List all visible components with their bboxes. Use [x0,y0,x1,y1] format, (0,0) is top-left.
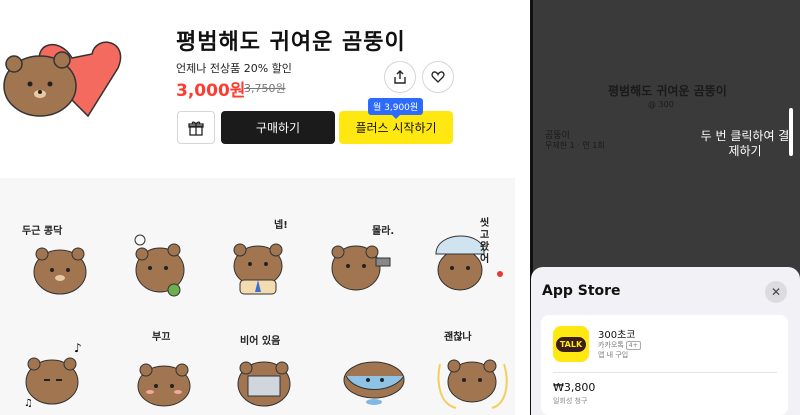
product-title: 평범해도 귀여운 곰뚱이 [176,30,406,55]
svg-text:♫: ♫ [24,398,33,409]
dimmed-product-sub: @ 300 [648,100,674,109]
original-price: 3,750원 [244,82,286,95]
hero-bear-heart-image [3,41,122,118]
promo-text: 언제나 전상품 20% 할인 [176,62,292,75]
kakaotalk-app-icon: TALK [553,326,589,362]
sticker-bear-9[interactable] [326,324,422,415]
sticker-caption: 두근 콩닥 [22,226,63,237]
sticker-preview-grid: ♪ ♫ 두근 콩닥 넵! 몰라. 씻고왔어 부끄 비어 있음 괜찮나 [0,178,515,415]
close-button[interactable]: ✕ [765,281,787,303]
screen: 평범해도 귀여운 곰뚱이 언제나 전상품 20% 할인 3,000원 3,750… [0,0,800,415]
item-app-name: 카카오톡 4+ [598,340,641,350]
sticker-bear-2[interactable] [110,210,206,306]
buy-button[interactable]: 구매하기 [221,111,335,144]
sticker-caption: 비어 있음 [240,336,281,347]
gift-button[interactable] [177,111,215,144]
double-click-instruction: 두 번 클릭하여 결제하기 [700,129,790,158]
sticker-caption: 넵! [274,220,288,231]
dimmed-row-detail: 무제한 1 · 연 1회 [545,141,605,150]
sale-price: 3,000원 [176,81,246,101]
sticker-bear-10[interactable] [426,324,522,415]
sticker-bear-3[interactable] [210,210,306,306]
pay-price: ₩3,800 [553,381,596,394]
monthly-price-badge: 월 3,900원 [368,98,424,119]
share-button[interactable] [384,61,416,93]
app-name: 카카오톡 [598,341,624,349]
product-page: 평범해도 귀여운 곰뚱이 언제나 전상품 20% 할인 3,000원 3,750… [0,0,515,415]
sticker-caption: 몰라. [372,226,395,237]
divider [553,372,777,373]
sticker-caption: 부끄 [152,332,171,343]
talk-badge: TALK [555,336,587,352]
sticker-bear-5[interactable] [416,210,512,306]
dimmed-product-title: 평범해도 귀여운 곰뚱이 [608,84,727,98]
like-button[interactable] [422,61,454,93]
svg-text:♪: ♪ [74,341,82,355]
share-icon [394,70,406,84]
sticker-caption: 괜찮나 [444,332,472,343]
sticker-caption: 씻고왔어 [480,218,490,265]
close-icon: ✕ [770,285,782,299]
side-button-indicator [789,108,793,156]
heart-icon [431,71,445,83]
gift-icon [188,121,204,136]
pay-description: 일회성 청구 [553,397,588,405]
item-type: 앱 내 구입 [598,351,629,359]
item-name: 300초코 [598,330,636,341]
sticker-bear-6[interactable]: ♪ ♫ [12,324,108,415]
sheet-title: App Store [542,283,621,299]
age-rating-badge: 4+ [625,341,641,350]
product-header: 평범해도 귀여운 곰뚱이 언제나 전상품 20% 할인 3,000원 3,750… [0,0,515,178]
